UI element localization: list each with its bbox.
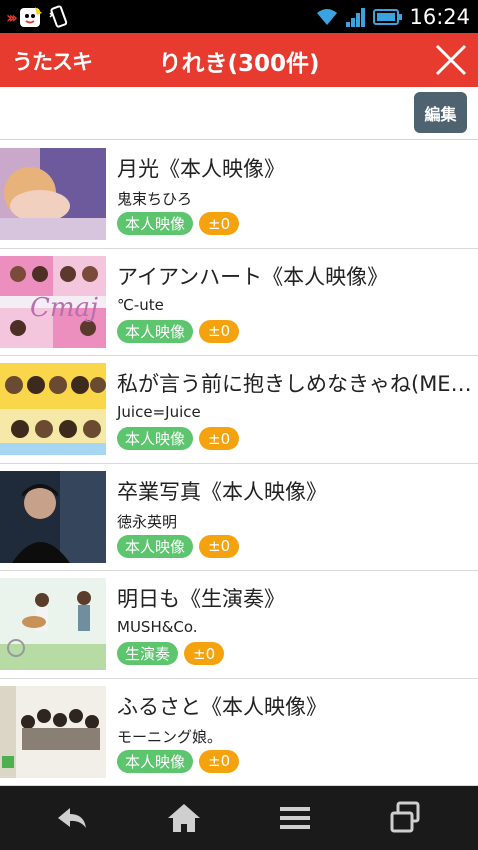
song-title: ふるさと《本人映像》: [117, 694, 327, 719]
list-item[interactable]: Cmaj アイアンハート《本人映像》 ℃-ute 本人映像 ±0: [0, 248, 478, 356]
navigation-bar: [0, 786, 478, 850]
home-icon[interactable]: [164, 800, 204, 836]
vibrate-icon: [49, 5, 67, 28]
key-tag: ±0: [199, 534, 240, 558]
status-notifications: ›››: [6, 5, 70, 29]
type-tag: 本人映像: [117, 427, 194, 450]
status-bar: ››› 16:24: [0, 0, 478, 33]
key-tag: ±0: [199, 319, 240, 343]
album-art: [0, 148, 106, 240]
key-tag: ±0: [199, 427, 240, 450]
type-tag: 本人映像: [117, 319, 194, 343]
list-item[interactable]: 私が言う前に抱きしめなきゃね(ME… Juice=Juice 本人映像 ±0: [0, 356, 478, 464]
artist-name: モーニング娘。: [117, 727, 223, 746]
key-tag: ±0: [199, 212, 240, 235]
album-art: Cmaj: [0, 255, 106, 348]
list-item[interactable]: ふるさと《本人映像》 モーニング娘。 本人映像 ±0: [0, 678, 478, 786]
type-tag: 本人映像: [117, 212, 194, 235]
key-tag: ±0: [184, 642, 225, 665]
list-item[interactable]: 月光《本人映像》 鬼束ちひろ 本人映像 ±0: [0, 141, 478, 249]
album-art: [0, 578, 106, 670]
type-tag: 生演奏: [117, 642, 179, 665]
album-art: [0, 363, 106, 455]
type-tag: 本人映像: [117, 534, 194, 558]
song-title: アイアンハート《本人映像》: [117, 264, 389, 289]
artist-name: 鬼束ちひろ: [117, 190, 193, 208]
menu-icon[interactable]: [275, 800, 315, 836]
history-list: 月光《本人映像》 鬼束ちひろ 本人映像 ±0 Cmaj アイアンハート《本人映像…: [0, 141, 478, 786]
wifi-icon: [317, 9, 338, 25]
song-title: 明日も《生演奏》: [117, 587, 285, 611]
artist-name: ℃-ute: [117, 295, 164, 314]
type-tag: 本人映像: [117, 749, 194, 773]
artist-name: 徳永英明: [117, 512, 178, 531]
battery-icon: [373, 9, 403, 25]
key-tag: ±0: [199, 749, 240, 773]
app-header: うたスキ りれき(300件): [0, 33, 478, 87]
signal-icon: [346, 8, 366, 27]
artist-name: Juice=Juice: [117, 403, 201, 421]
song-title: 卒業写真《本人映像》: [117, 479, 327, 504]
song-title: 私が言う前に抱きしめなきゃね(ME…: [117, 372, 472, 396]
page-title: りれき(300件): [158, 51, 320, 77]
clock: 16:24: [409, 5, 470, 29]
back-icon[interactable]: [52, 800, 92, 836]
album-art: [0, 685, 106, 778]
list-item[interactable]: 卒業写真《本人映像》 徳永英明 本人映像 ±0: [0, 463, 478, 571]
artist-name: MUSH&Co.: [117, 618, 198, 636]
recent-apps-icon[interactable]: [386, 800, 426, 836]
close-icon[interactable]: [432, 41, 470, 79]
app-notification-icon: [19, 7, 42, 27]
edit-button[interactable]: 編集: [414, 92, 467, 133]
edit-bar: 編集: [0, 87, 478, 140]
album-art: [0, 470, 106, 563]
svg-text:Cmaj: Cmaj: [30, 293, 98, 323]
notification-arrows-icon: ›››: [6, 7, 18, 27]
status-system: 16:24: [315, 4, 470, 30]
song-title: 月光《本人映像》: [117, 157, 285, 181]
list-item[interactable]: 明日も《生演奏》 MUSH&Co. 生演奏 ±0: [0, 571, 478, 679]
